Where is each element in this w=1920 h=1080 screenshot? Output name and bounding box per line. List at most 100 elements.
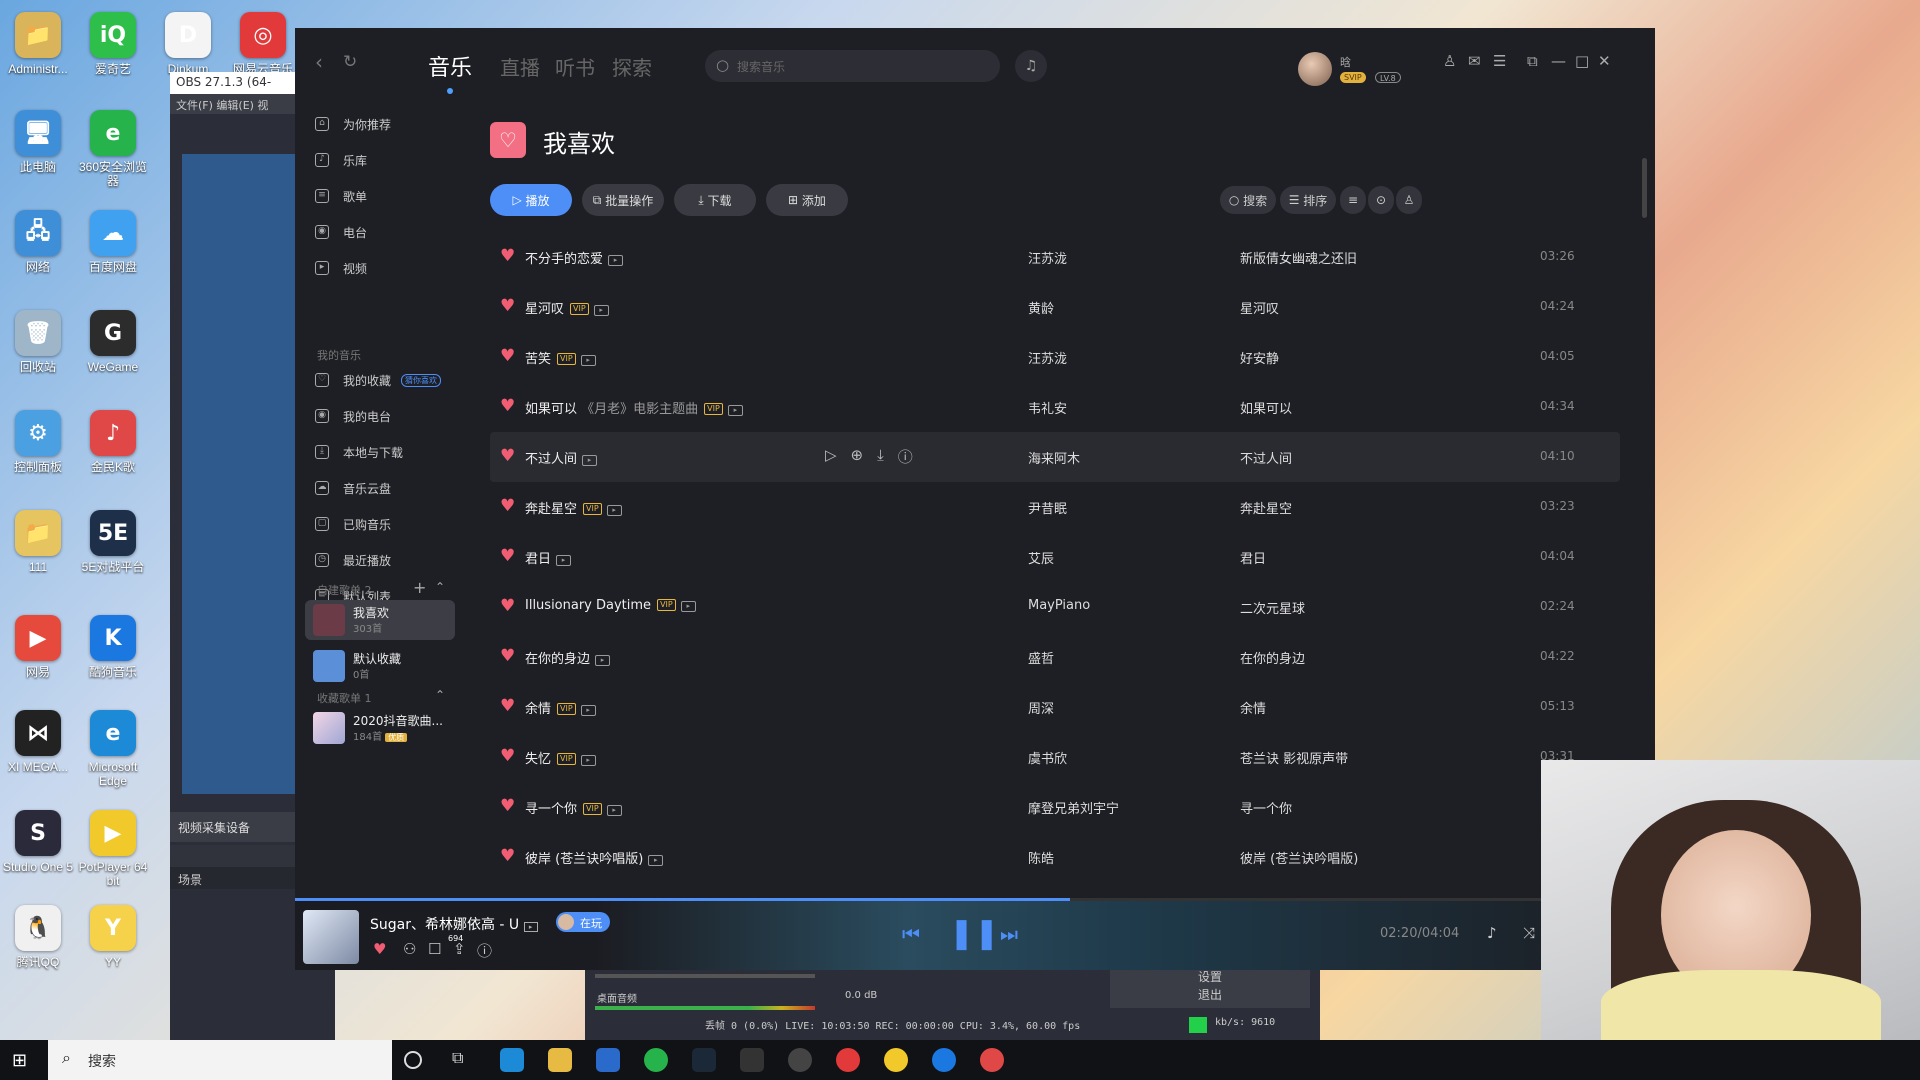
sidebar-item[interactable]: ▸ 视频	[315, 254, 367, 282]
steam-icon[interactable]	[692, 1048, 716, 1072]
heart-icon[interactable]: ♥	[500, 696, 515, 716]
desktop-icon[interactable]: 📁 111	[0, 510, 76, 574]
mv-icon[interactable]: ▸	[580, 355, 596, 366]
song-artist[interactable]: 韦礼安	[1028, 398, 1067, 417]
song-row[interactable]: ♥ 寻一个你 VIP ▸ 摩登兄弟刘宇宁 寻一个你	[490, 782, 1620, 832]
song-row[interactable]: ♥ 失忆 VIP ▸ 虞书欣 苍兰诀 影视原声带 03:31	[490, 732, 1620, 782]
playlist-collected[interactable]: 2020抖音歌曲... 184首 优质	[305, 708, 455, 748]
download-icon[interactable]: ⤓	[877, 446, 884, 467]
browser-360-icon[interactable]	[644, 1048, 668, 1072]
mv-icon[interactable]: ▸	[680, 601, 696, 612]
song-album[interactable]: 余情	[1240, 698, 1266, 717]
song-artist[interactable]: 摩登兄弟刘宇宁	[1028, 798, 1119, 817]
song-artist[interactable]: 盛哲	[1028, 648, 1054, 667]
desktop-icon[interactable]: G WeGame	[75, 310, 151, 374]
mv-icon[interactable]: ▸	[556, 555, 572, 566]
heart-icon[interactable]: ♥	[500, 246, 515, 266]
desktop-icon[interactable]: K 酷狗音乐	[75, 615, 151, 679]
desktop-icon[interactable]: ◎ 网易云音乐	[225, 12, 301, 76]
locate-icon[interactable]: ⊙	[1368, 186, 1394, 214]
tab-live[interactable]: 直播	[500, 52, 540, 81]
search-input[interactable]: ○ 搜索音乐	[705, 50, 1000, 82]
mv-icon[interactable]: ▸	[593, 305, 609, 316]
previous-icon[interactable]: ⏮	[902, 922, 920, 946]
volume-icon[interactable]: ♪	[1487, 924, 1497, 942]
sidebar-item[interactable]: ⌂ 为你推荐	[315, 110, 391, 138]
more-icon[interactable]: ⓘ	[898, 446, 913, 467]
song-artist[interactable]: 周深	[1028, 698, 1054, 717]
desktop-icon[interactable]: 📁 Administr...	[0, 12, 76, 76]
avatar[interactable]	[1298, 52, 1332, 86]
song-album[interactable]: 在你的身边	[1240, 648, 1305, 667]
song-album[interactable]: 苍兰诀 影视原声带	[1240, 748, 1348, 767]
song-artist[interactable]: 虞书欣	[1028, 748, 1067, 767]
song-album[interactable]: 寻一个你	[1240, 798, 1292, 817]
playlist-default[interactable]: 默认收藏 0首	[305, 646, 455, 686]
song-row[interactable]: ♥ 星河叹 VIP ▸ 黄龄 星河叹 04:24	[490, 282, 1620, 332]
desktop-icon[interactable]: 🖥 此电脑	[0, 110, 76, 174]
sidebar-item[interactable]: ☁ 音乐云盘	[315, 474, 391, 502]
tab-music[interactable]: 音乐	[428, 50, 472, 82]
mv-icon[interactable]: ▸	[580, 705, 596, 716]
song-album[interactable]: 二次元星球	[1240, 598, 1305, 617]
close-icon[interactable]: ✕	[1598, 52, 1611, 70]
playlist-liked[interactable]: 我喜欢 303首	[305, 600, 455, 640]
sidebar-item[interactable]: ◷ 最近播放	[315, 546, 391, 574]
mini-mode-icon[interactable]: ⧉	[1527, 52, 1538, 70]
play-all-button[interactable]: ▷ 播放	[490, 184, 572, 216]
obs-exit-button[interactable]: 退出	[1110, 986, 1310, 1004]
cortana-icon[interactable]	[404, 1051, 422, 1069]
heart-icon[interactable]: ♥	[500, 596, 515, 616]
list-view-icon[interactable]: ≡	[1340, 186, 1366, 214]
song-album[interactable]: 奔赴星空	[1240, 498, 1292, 517]
play-icon[interactable]: ▷	[825, 446, 837, 467]
song-row[interactable]: ♥ 君日 ▸ 艾辰 君日 04:04	[490, 532, 1620, 582]
tab-explore[interactable]: 探索	[612, 52, 652, 81]
share-group-icon[interactable]: ⚇	[403, 940, 416, 958]
like-icon[interactable]: ♥	[373, 940, 386, 958]
desktop-icon[interactable]: D Dinkum	[150, 12, 226, 76]
desktop-icon[interactable]: 🐧 腾讯QQ	[0, 905, 76, 969]
song-artist[interactable]: 陈皓	[1028, 848, 1054, 867]
potplayer-icon[interactable]	[884, 1048, 908, 1072]
heart-icon[interactable]: ♥	[500, 796, 515, 816]
desktop-icon[interactable]: e 360安全浏览器	[75, 110, 151, 188]
windows-start-icon[interactable]: ⊞	[12, 1050, 27, 1071]
song-artist[interactable]: 汪苏泷	[1028, 348, 1067, 367]
song-row[interactable]: ♥ 彼岸 (苍兰诀吟唱版) ▸ 陈皓 彼岸 (苍兰诀吟唱版)	[490, 832, 1620, 882]
batch-button[interactable]: ⧉ 批量操作	[582, 184, 664, 216]
song-row[interactable]: ♥ 苦笑 VIP ▸ 汪苏泷 好安静 04:05	[490, 332, 1620, 382]
heart-icon[interactable]: ♥	[500, 446, 515, 466]
now-playing-title[interactable]: Sugar、希林娜依高 - U ▸	[370, 914, 538, 934]
mv-icon[interactable]: ▸	[606, 505, 622, 516]
taskbar-search[interactable]: ⌕ 搜索	[48, 1040, 392, 1080]
song-row[interactable]: ♥ 在你的身边 ▸ 盛哲 在你的身边 04:22	[490, 632, 1620, 682]
voice-search-icon[interactable]: ♫	[1015, 50, 1047, 82]
file-explorer-icon[interactable]	[548, 1048, 572, 1072]
song-row[interactable]: ♥ 奔赴星空 VIP ▸ 尹昔眠 奔赴星空 03:23	[490, 482, 1620, 532]
mv-icon[interactable]: ▸	[648, 855, 664, 866]
sidebar-item[interactable]: ◉ 我的电台	[315, 402, 391, 430]
song-row[interactable]: ♥ 不分手的恋爱 ▸ 汪苏泷 新版倩女幽魂之还旧 03:26	[490, 232, 1620, 282]
progress-bar[interactable]	[295, 898, 1655, 901]
pause-icon[interactable]: ❚❚	[949, 916, 999, 951]
heart-icon[interactable]: ♥	[500, 746, 515, 766]
menu-icon[interactable]: ☰	[1493, 52, 1506, 70]
song-artist[interactable]: MayPiano	[1028, 598, 1090, 613]
kge-icon[interactable]	[980, 1048, 1004, 1072]
username[interactable]: 晗	[1340, 54, 1351, 70]
desktop-icon[interactable]: Y YY	[75, 905, 151, 969]
song-row[interactable]: ♥ 余情 VIP ▸ 周深 余情 05:13	[490, 682, 1620, 732]
tab-audiobook[interactable]: 听书	[555, 52, 595, 81]
collapse-icon[interactable]: ⌃	[435, 688, 445, 702]
mv-icon[interactable]: ▸	[595, 655, 611, 666]
heart-icon[interactable]: ♥	[500, 296, 515, 316]
song-row[interactable]: ♥ 不过人间 ▸ ▷ ⊕ ⤓ ⓘ 海来阿木 不过人间 04:10	[490, 432, 1620, 482]
listening-tag[interactable]: 在玩	[556, 912, 610, 932]
desktop-icon[interactable]: 🖧 网络	[0, 210, 76, 274]
heart-icon[interactable]: ♥	[500, 396, 515, 416]
share-icon[interactable]: ⇪	[453, 940, 466, 958]
sidebar-item[interactable]: ▢ 已购音乐	[315, 510, 391, 538]
album-cover[interactable]	[303, 910, 359, 964]
mv-icon[interactable]: ▸	[608, 255, 624, 266]
